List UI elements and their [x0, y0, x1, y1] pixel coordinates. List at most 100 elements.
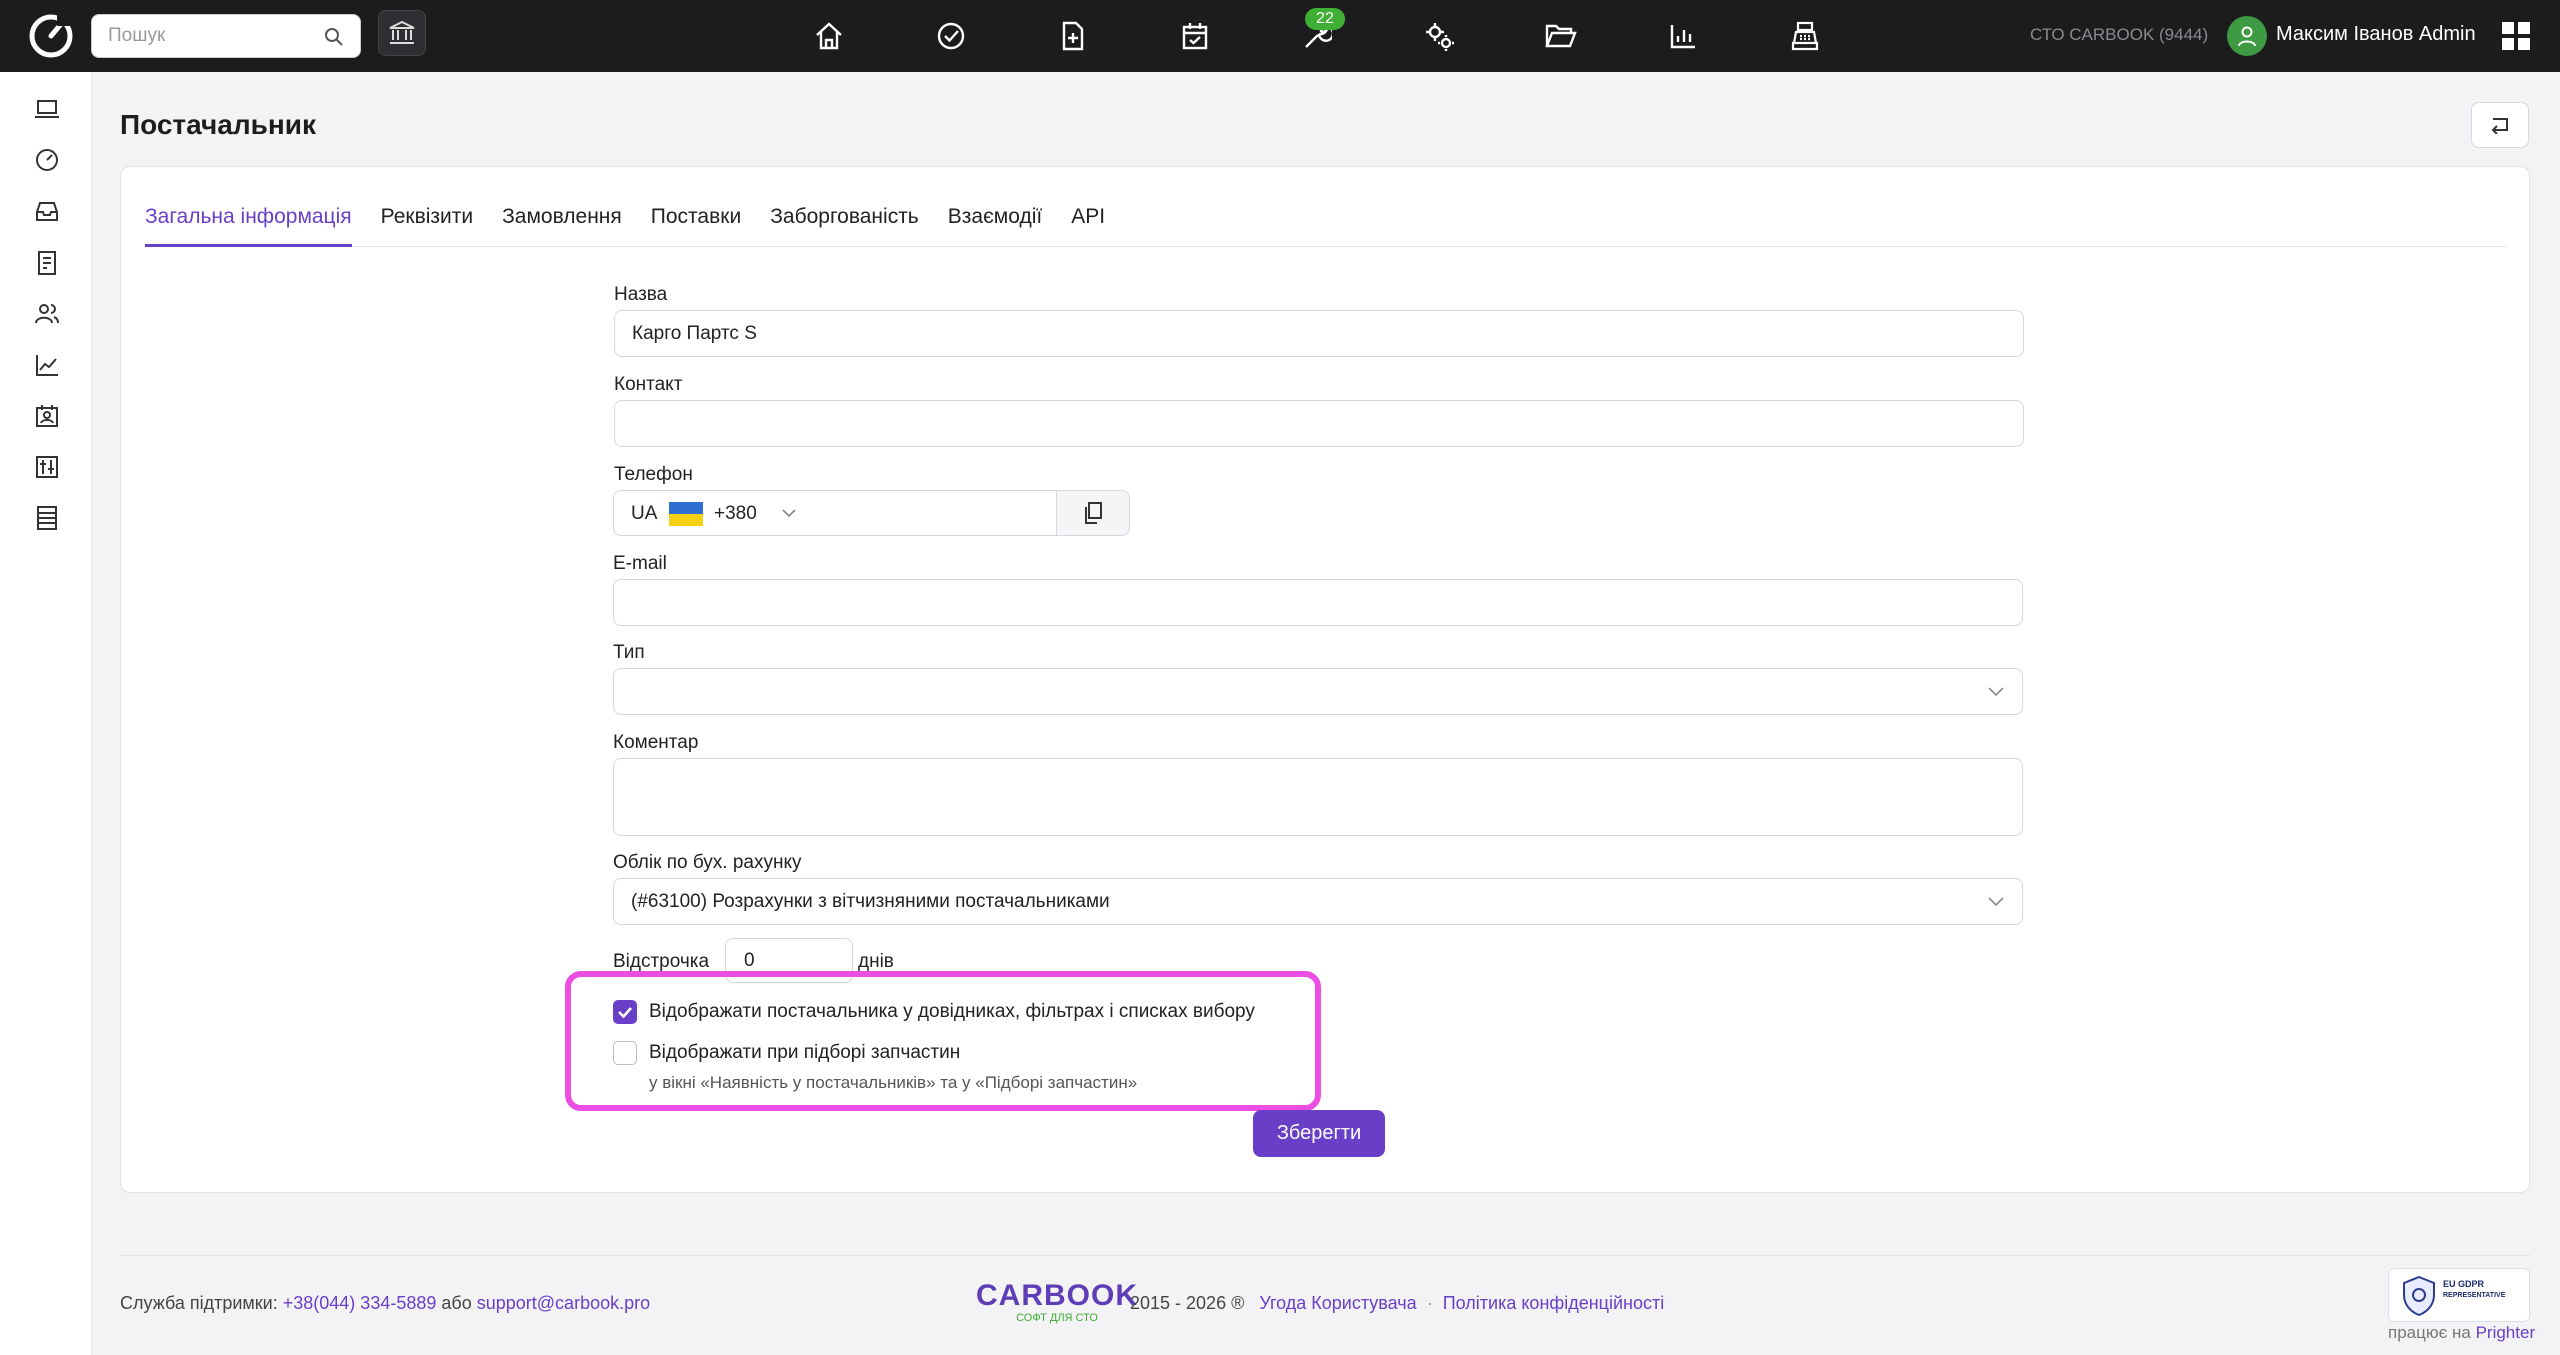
tab-bar: Загальна інформація Реквізити Замовлення… [145, 205, 2507, 247]
gdpr-line2: REPRESENTATIVE [2443, 1292, 2506, 1299]
nav-new-order[interactable] [1012, 16, 1134, 56]
support-phone-link[interactable]: +38(044) 334-5889 [283, 1293, 437, 1313]
privacy-link[interactable]: Політика конфіденційності [1443, 1293, 1664, 1313]
table-icon[interactable] [34, 505, 60, 531]
powered-by: працює на Prighter [2388, 1323, 2535, 1343]
tab-general-info[interactable]: Загальна інформація [145, 205, 352, 247]
search-icon[interactable] [324, 27, 344, 47]
gdpr-badge[interactable]: EU GDPR REPRESENTATIVE [2388, 1268, 2530, 1322]
nav-settings[interactable] [1378, 16, 1500, 56]
name-field-box [614, 310, 2024, 357]
contact-label: Контакт [614, 374, 683, 395]
user-name[interactable]: Максим Іванов Admin [2276, 23, 2476, 46]
comment-field[interactable] [614, 759, 2022, 835]
show-in-directories-label[interactable]: Відображати постачальника у довідниках, … [649, 1001, 1255, 1023]
support-email-link[interactable]: support@carbook.pro [477, 1293, 650, 1313]
copy-phone-button[interactable] [1056, 490, 1130, 536]
gdpr-line1: EU GDPR [2443, 1279, 2485, 1289]
phone-country: UA [631, 503, 658, 524]
nav-documents[interactable] [1500, 16, 1622, 56]
account-select[interactable]: (#63100) Розрахунки з вітчизняними поста… [613, 878, 2023, 925]
bank-icon [389, 20, 415, 44]
sidebar [0, 72, 92, 1355]
laptop-icon[interactable] [34, 96, 60, 122]
sliders-icon[interactable] [34, 454, 60, 480]
email-field[interactable] [614, 580, 2022, 625]
comment-field-box [613, 758, 2023, 836]
users-icon[interactable] [34, 301, 60, 327]
tab-api[interactable]: API [1071, 205, 1105, 247]
nav-reports[interactable] [1622, 16, 1744, 56]
file-plus-icon [1062, 21, 1084, 51]
footer-divider [120, 1255, 2530, 1256]
carbook-brand-logo[interactable]: CARBOOK СОФТ ДЛЯ СТО [976, 1281, 1138, 1325]
phone-country-select[interactable]: UA +380 [613, 490, 811, 536]
show-in-directories-checkbox[interactable] [613, 1000, 637, 1024]
tab-deliveries[interactable]: Поставки [651, 205, 741, 247]
type-select[interactable] [613, 668, 2023, 715]
phone-number-box [810, 490, 1057, 536]
prighter-link[interactable]: Prighter [2476, 1323, 2536, 1342]
chevron-down-icon [1988, 686, 2004, 696]
back-button[interactable] [2471, 102, 2529, 148]
show-in-parts-hint: у вікні «Наявність у постачальників» та … [649, 1073, 1138, 1092]
phone-number-input[interactable] [810, 491, 1056, 535]
terms-link[interactable]: Угода Користувача [1259, 1293, 1416, 1313]
return-icon [2491, 118, 2508, 134]
support-label: Служба підтримки: [120, 1293, 278, 1313]
user-icon [2238, 26, 2256, 47]
support-or: або [441, 1293, 472, 1313]
phone-label: Телефон [614, 464, 693, 485]
delay-label: Відстрочка [613, 951, 710, 972]
check-circle-icon [937, 22, 965, 50]
bank-button[interactable] [378, 10, 426, 56]
tab-orders[interactable]: Замовлення [502, 205, 622, 247]
organization-name: СТО CARBOOK (9444) [2030, 25, 2209, 44]
search-input[interactable] [92, 15, 312, 57]
support-info: Служба підтримки: +38(044) 334-5889 або … [120, 1293, 650, 1314]
search-box[interactable] [91, 14, 361, 58]
tab-debt[interactable]: Заборгованість [770, 205, 919, 247]
nav-cashbox[interactable] [1744, 16, 1866, 56]
ukraine-flag-icon [669, 502, 703, 526]
tab-interactions[interactable]: Взаємодії [948, 205, 1042, 247]
copy-icon [1085, 502, 1102, 524]
name-field[interactable] [615, 311, 2023, 356]
phone-code: +380 [714, 503, 757, 524]
chevron-down-icon [782, 509, 796, 518]
save-button[interactable]: Зберегти [1253, 1110, 1385, 1157]
brand-name: CARBOOK [976, 1279, 1138, 1312]
copyright-years: 2015 - 2026 ® [1130, 1293, 1245, 1313]
inbox-icon[interactable] [34, 198, 60, 224]
apps-grid-icon[interactable] [2502, 22, 2530, 50]
nav-tasks[interactable] [890, 16, 1012, 56]
nav-calendar[interactable] [1134, 16, 1256, 56]
show-in-parts-checkbox[interactable] [613, 1041, 637, 1065]
document-list-icon[interactable] [34, 250, 60, 276]
nav-repairs[interactable]: 22 [1256, 8, 1378, 56]
type-label: Тип [613, 642, 645, 663]
contact-card-icon[interactable] [34, 403, 60, 429]
gears-icon [1426, 23, 1454, 51]
email-field-box [613, 579, 2023, 626]
avatar[interactable] [2227, 16, 2267, 56]
page-title: Постачальник [120, 109, 316, 140]
show-in-parts-label[interactable]: Відображати при підборі запчастин [649, 1042, 960, 1064]
account-value: (#63100) Розрахунки з вітчизняними поста… [631, 890, 1110, 912]
checkmark-icon [618, 1007, 632, 1019]
shield-icon [2403, 1275, 2435, 1317]
carbook-logo-icon[interactable] [27, 12, 75, 60]
chevron-down-icon [1988, 896, 2004, 906]
gdpr-text: EU GDPR REPRESENTATIVE [2443, 1279, 2505, 1301]
powered-prefix: працює на [2388, 1323, 2471, 1342]
nav-home[interactable] [768, 16, 890, 56]
calendar-check-icon [1182, 23, 1208, 50]
footer-links: 2015 - 2026 ® Угода Користувача · Політи… [1130, 1293, 1664, 1314]
line-chart-icon[interactable] [34, 352, 60, 378]
tab-requisites[interactable]: Реквізити [381, 205, 473, 247]
top-bar: 22 СТО CARBOOK (9444) Максим Іванов Admi… [0, 0, 2560, 72]
top-nav: 22 [768, 8, 1866, 56]
dashboard-icon[interactable] [34, 147, 60, 173]
contact-field-box [614, 400, 2024, 447]
contact-field[interactable] [615, 401, 2023, 446]
